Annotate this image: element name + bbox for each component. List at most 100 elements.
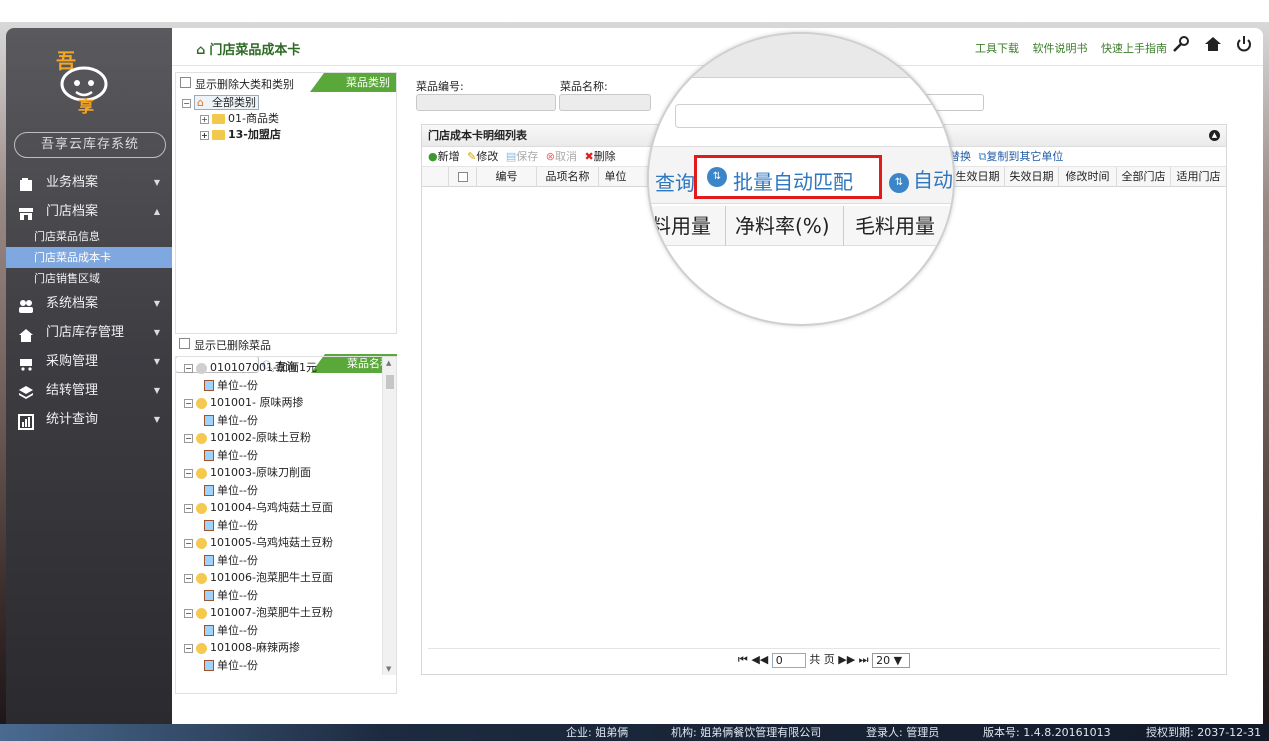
next-page-icon[interactable]: ▶▶ xyxy=(838,653,855,666)
dish-unit-node[interactable]: 单位--份 xyxy=(184,482,396,500)
app-window: 吾 享 吾享云库存系统 业务档案 ▼ 门店档案 ▲ 门店菜品信息 门店菜品成本卡… xyxy=(6,28,1263,741)
page-number-input[interactable]: 0 xyxy=(771,652,806,668)
col-effective-date[interactable]: 生效日期 xyxy=(950,167,1004,187)
col-item-name[interactable]: 品项名称 xyxy=(536,167,598,187)
collapse-icon[interactable]: − xyxy=(184,503,193,513)
col-code[interactable]: 编号 xyxy=(476,167,536,187)
home-icon: ⌂ xyxy=(196,43,206,58)
collapse-icon[interactable]: − xyxy=(184,608,193,618)
menu-store-inventory[interactable]: 门店库存管理 ▼ xyxy=(6,318,172,347)
delete-label: 删除 xyxy=(593,150,616,163)
dish-panel: 显示已删除菜品 🔍︎查询 菜品名称 −010107001-加面1元 单位--份 … xyxy=(175,334,397,694)
vertical-scrollbar[interactable]: ▲ ▼ xyxy=(382,357,396,675)
dish-name: 101002-原味土豆粉 xyxy=(210,431,311,444)
dish-unit: 单位--份 xyxy=(217,658,258,672)
collapse-icon[interactable]: − xyxy=(182,98,191,108)
dish-unit-node[interactable]: 单位--份 xyxy=(184,657,396,675)
collapse-icon[interactable]: − xyxy=(184,433,193,443)
menu-carryover[interactable]: 结转管理 ▼ xyxy=(6,376,172,405)
menu-system-files[interactable]: 系统档案 ▼ xyxy=(6,289,172,318)
col-expiry-date[interactable]: 失效日期 xyxy=(1004,167,1058,187)
sidebar: 吾 享 吾享云库存系统 业务档案 ▼ 门店档案 ▲ 门店菜品信息 门店菜品成本卡… xyxy=(6,28,172,741)
dish-node[interactable]: − 101005-乌鸡炖菇土豆粉 xyxy=(184,534,396,552)
first-page-icon[interactable]: ⏮ xyxy=(738,653,748,666)
collapse-icon[interactable]: − xyxy=(184,573,193,583)
dish-node[interactable]: − 101002-原味土豆粉 xyxy=(184,429,396,447)
menu-store-files[interactable]: 门店档案 ▲ xyxy=(6,197,172,226)
menu-purchase[interactable]: 采购管理 ▼ xyxy=(6,347,172,376)
submenu-store-sales-area[interactable]: 门店销售区域 xyxy=(6,268,172,289)
dish-unit-node[interactable]: 单位--份 xyxy=(184,447,396,465)
cancel-button[interactable]: ⊗取消 xyxy=(546,150,577,163)
save-button[interactable]: ▤保存 xyxy=(506,150,538,163)
pagination-bar: ⏮ ◀◀ 0 共 页 ▶▶ ⏭ 20 ▼ xyxy=(428,648,1220,670)
scroll-up-icon[interactable]: ▲ xyxy=(386,359,391,367)
add-button[interactable]: ●新增 xyxy=(428,150,460,163)
dish-node[interactable]: − 010107001-加面1元 xyxy=(184,359,396,377)
dish-node[interactable]: − 101001- 原味两掺 xyxy=(184,394,396,412)
collapse-icon[interactable]: − xyxy=(184,643,193,653)
expand-icon[interactable]: + xyxy=(200,130,209,140)
menu-business-files[interactable]: 业务档案 ▼ xyxy=(6,168,172,197)
auto-match-button[interactable]: ⇅ 自动 xyxy=(889,164,953,193)
last-page-icon[interactable]: ⏭ xyxy=(859,653,869,666)
collapse-icon[interactable]: − xyxy=(184,538,193,548)
dish-node[interactable]: − 101004-乌鸡炖菇土豆面 xyxy=(184,499,396,517)
dish-unit-node[interactable]: 单位--份 xyxy=(184,517,396,535)
link-software-manual[interactable]: 软件说明书 xyxy=(1033,42,1088,55)
magnifier-callout: 查询 ⇅ 批量自动匹配 ⇅ 自动 料用量 净料率(%) 毛料用量 xyxy=(647,32,955,326)
select-all-checkbox[interactable] xyxy=(457,172,468,182)
dish-node[interactable]: − 101008-麻辣两掺 xyxy=(184,639,396,657)
page-size-select[interactable]: 20 ▼ xyxy=(872,652,911,668)
link-tool-download[interactable]: 工具下载 xyxy=(975,42,1019,55)
collapse-icon[interactable]: − xyxy=(184,363,193,373)
delete-button[interactable]: ✖删除 xyxy=(584,150,615,163)
link-quick-start-guide[interactable]: 快速上手指南 xyxy=(1101,42,1167,55)
breadcrumb: ⌂ 门店菜品成本卡 xyxy=(196,39,300,58)
collapse-panel-icon[interactable]: ▲ xyxy=(1209,130,1220,141)
collapse-icon[interactable]: − xyxy=(184,398,193,408)
copy-to-other-unit-button[interactable]: ⧉复制到其它单位 xyxy=(979,150,1064,163)
tree-node-root[interactable]: − ⌂ 全部类别 xyxy=(182,95,396,111)
dish-icon xyxy=(196,502,207,514)
tree-node-category[interactable]: +01-商品类 xyxy=(182,111,396,127)
dish-node[interactable]: − 101006-泡菜肥牛土豆面 xyxy=(184,569,396,587)
dish-unit-node[interactable]: 单位--份 xyxy=(184,412,396,430)
menu-statistics[interactable]: 统计查询 ▼ xyxy=(6,405,172,434)
scroll-down-icon[interactable]: ▼ xyxy=(386,665,391,673)
dish-unit-node[interactable]: 单位--份 xyxy=(184,552,396,570)
store-icon xyxy=(18,204,34,220)
collapse-icon[interactable]: − xyxy=(184,468,193,478)
dish-node[interactable]: − 101003-原味刀削面 xyxy=(184,464,396,482)
expand-icon[interactable]: + xyxy=(200,114,209,124)
dish-unit-node[interactable]: 单位--份 xyxy=(184,587,396,605)
dish-unit-node[interactable]: 单位--份 xyxy=(184,377,396,395)
submenu-store-dish-cost-card[interactable]: 门店菜品成本卡 xyxy=(6,247,172,268)
power-icon[interactable] xyxy=(1233,35,1255,57)
col-modified-time[interactable]: 修改时间 xyxy=(1058,167,1116,187)
scrollbar-thumb[interactable] xyxy=(386,375,394,389)
dish-icon xyxy=(196,607,207,619)
dish-unit-node[interactable]: 单位--份 xyxy=(184,622,396,640)
show-deleted-categories-checkbox[interactable] xyxy=(180,77,191,88)
edit-button[interactable]: ✎修改 xyxy=(467,150,498,163)
home-icon[interactable] xyxy=(1202,35,1224,57)
prev-page-icon[interactable]: ◀◀ xyxy=(751,653,768,666)
col-applicable-stores[interactable]: 适用门店 xyxy=(1170,167,1226,187)
col-all-stores[interactable]: 全部门店 xyxy=(1116,167,1170,187)
dish-code-input[interactable] xyxy=(416,94,556,111)
col-unit[interactable]: 单位 xyxy=(598,167,632,187)
show-deleted-dishes-checkbox[interactable] xyxy=(179,338,190,349)
dish-name-input[interactable] xyxy=(559,94,651,111)
tree-node-category[interactable]: +13-加盟店 xyxy=(182,127,396,143)
submenu-store-dish-info[interactable]: 门店菜品信息 xyxy=(6,226,172,247)
dish-node[interactable]: − 101007-泡菜肥牛土豆粉 xyxy=(184,604,396,622)
batch-auto-match-button[interactable]: ⇅ 批量自动匹配 xyxy=(694,155,882,199)
match-icon: ⇅ xyxy=(707,167,727,187)
top-icons xyxy=(1164,35,1255,57)
dish-unit: 单位--份 xyxy=(217,448,258,462)
chevron-down-icon: ▼ xyxy=(153,328,160,337)
key-icon[interactable] xyxy=(1170,35,1192,57)
tab-dish-category[interactable]: 菜品类别 xyxy=(310,73,396,92)
status-version: 版本号: 1.4.8.20161013 xyxy=(983,726,1111,739)
